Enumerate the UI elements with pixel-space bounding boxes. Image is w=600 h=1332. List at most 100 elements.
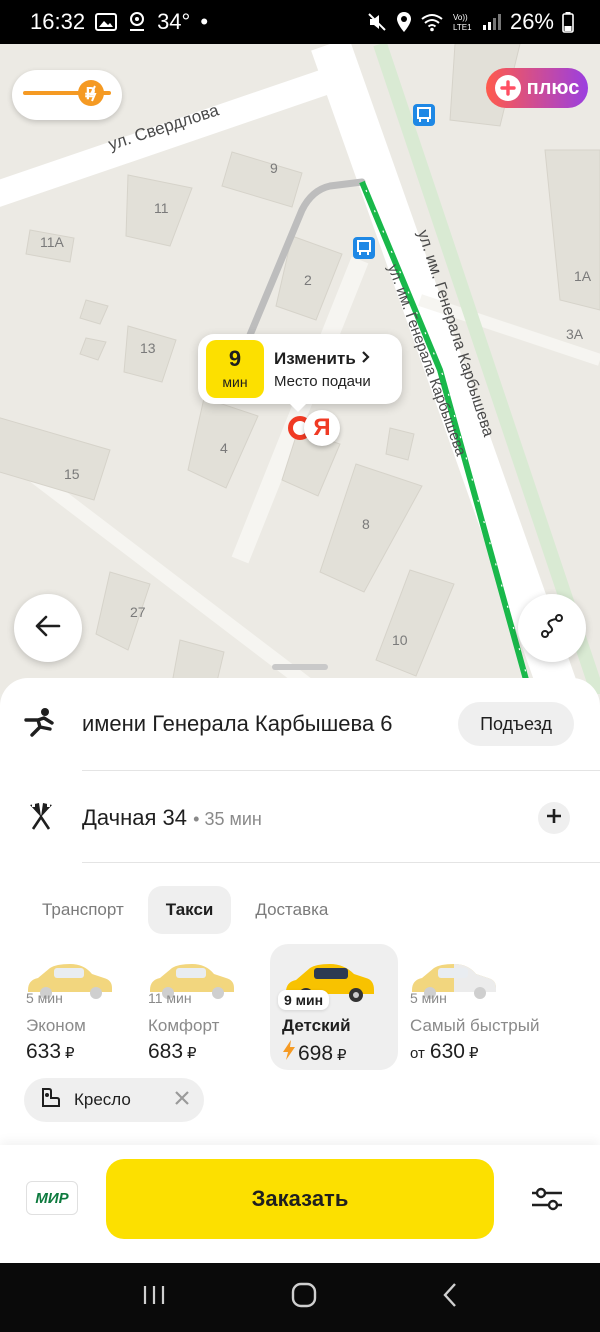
back-nav-icon[interactable] (442, 1282, 458, 1313)
change-pickup-link[interactable]: Изменить (274, 349, 356, 368)
tab-delivery[interactable]: Доставка (237, 886, 346, 934)
currency-symbol: ₽ (337, 1047, 347, 1064)
pickup-eta-badge: 9 мин (206, 340, 264, 398)
yandex-pin: Я (304, 410, 340, 446)
pickup-address-row[interactable]: имени Генерала Карбышева 6 Подъезд (0, 678, 600, 770)
plus-icon (546, 808, 562, 829)
sheet-drag-handle[interactable] (272, 664, 328, 670)
currency-symbol: ₽ (187, 1045, 197, 1062)
building-number: 3А (566, 326, 584, 342)
building-number: 27 (130, 604, 146, 620)
status-dot: • (200, 9, 209, 34)
currency-symbol: ₽ (65, 1045, 75, 1062)
order-button[interactable]: Заказать (106, 1159, 494, 1239)
close-icon[interactable] (174, 1090, 190, 1111)
service-tabs: Транспорт Такси Доставка (24, 886, 346, 934)
system-nav-bar (0, 1263, 600, 1332)
plus-badge[interactable]: плюс (486, 68, 588, 108)
child-seat-label: Кресло (74, 1090, 131, 1109)
plus-icon (494, 75, 521, 101)
ruble-lightning-icon: ₽ (21, 78, 113, 113)
yandex-letter: Я (313, 414, 331, 441)
pickup-eta-value: 9 (228, 346, 242, 371)
building-number: 15 (64, 466, 80, 482)
walking-person-icon (24, 707, 58, 742)
price-prefix: от (410, 1045, 425, 1062)
tariff-card-fastest[interactable]: 5 мин Самый быстрый от 630 ₽ (396, 944, 596, 1070)
tab-taxi[interactable]: Такси (147, 886, 232, 934)
location-ring-icon (127, 11, 147, 33)
tariff-price: 633 ₽ (26, 1040, 75, 1064)
bubble-tail (288, 402, 308, 412)
tariff-card-comfort[interactable]: 11 мин Комфорт 683 ₽ (134, 944, 262, 1070)
plus-label: плюс (526, 76, 580, 99)
signal-icon (482, 13, 502, 31)
tariff-eta: 5 мин (26, 990, 63, 1006)
building-number: 4 (220, 440, 228, 456)
destination-row[interactable]: Дачная 34 • 35 мин (0, 772, 600, 864)
back-button[interactable] (14, 594, 82, 662)
status-temperature: 34° (157, 9, 191, 34)
building-number: 8 (362, 516, 370, 532)
trip-duration: 35 мин (204, 809, 262, 829)
tariff-eta: 11 мин (148, 990, 192, 1006)
route-icon (539, 613, 565, 644)
tariff-eta: 9 мин (278, 990, 330, 1010)
wifi-icon (420, 12, 444, 32)
payment-method-button[interactable]: МИР (26, 1181, 78, 1215)
chevron-right-icon (361, 349, 371, 368)
divider (82, 862, 600, 863)
svg-text:LTE1: LTE1 (453, 23, 472, 32)
svg-text:Vo)): Vo)) (453, 13, 468, 22)
tariff-card-economy[interactable]: 5 мин Эконом 633 ₽ (12, 944, 130, 1070)
pickup-point-bubble[interactable]: 9 мин Изменить Место подачи (198, 334, 402, 404)
checkered-flags-icon (27, 801, 55, 836)
gallery-icon (95, 12, 118, 32)
building-number: 9 (270, 160, 278, 176)
mir-card-logo: МИР (35, 1189, 69, 1207)
currency-symbol: ₽ (468, 1045, 479, 1062)
status-battery: 26% (509, 9, 554, 34)
arrow-left-icon (35, 615, 61, 642)
building-number: 2 (304, 272, 312, 288)
tariff-card-child[interactable]: 9 мин Детский 698 ₽ (270, 944, 398, 1070)
tariff-name: Эконом (26, 1016, 86, 1035)
pickup-address: имени Генерала Карбышева 6 (82, 711, 393, 736)
tariff-eta: 5 мин (410, 990, 447, 1006)
divider (82, 770, 600, 771)
order-settings-button[interactable] (522, 1179, 572, 1223)
add-stop-button[interactable] (538, 802, 570, 834)
tab-transport[interactable]: Транспорт (24, 886, 142, 934)
mute-icon (366, 11, 388, 33)
pickup-caption: Место подачи (274, 372, 371, 390)
tariff-carousel: 5 мин Эконом 633 ₽ 11 мин Комфорт 683 ₽ … (12, 944, 600, 1070)
route-overview-button[interactable] (518, 594, 586, 662)
tariff-price-value: 630 (429, 1040, 465, 1063)
tariff-name: Самый быстрый (410, 1016, 540, 1035)
child-seat-icon (38, 1086, 62, 1115)
building-number: 11А (40, 234, 64, 250)
cashback-badge[interactable]: ₽ (12, 70, 122, 120)
lightning-icon (282, 1040, 296, 1066)
tariff-price-value: 683 (148, 1040, 184, 1063)
tariff-price: 683 ₽ (148, 1040, 197, 1064)
location-icon (396, 11, 412, 33)
tariff-price-value: 633 (26, 1040, 62, 1063)
sliders-icon (530, 1186, 564, 1217)
order-bar: МИР Заказать (0, 1145, 600, 1263)
recent-apps-icon[interactable] (142, 1284, 166, 1311)
status-bar: 16:32 34° • Vo)) LTE1 26% (0, 0, 600, 44)
destination-address: Дачная 34 (82, 805, 187, 830)
volte-icon: Vo)) LTE1 (452, 12, 474, 32)
pickup-eta-unit: мин (222, 374, 248, 390)
building-number: 10 (392, 632, 408, 648)
tariff-name: Детский (282, 1016, 351, 1035)
battery-icon (562, 11, 574, 33)
tariff-price-value: 698 (298, 1042, 334, 1065)
entrance-button[interactable]: Подъезд (458, 702, 574, 746)
tariff-price: от 630 ₽ (410, 1040, 478, 1064)
building-number: 11 (154, 200, 169, 216)
building-number: 13 (140, 340, 156, 356)
home-icon[interactable] (291, 1282, 317, 1313)
child-seat-chip[interactable]: Кресло (24, 1078, 204, 1122)
